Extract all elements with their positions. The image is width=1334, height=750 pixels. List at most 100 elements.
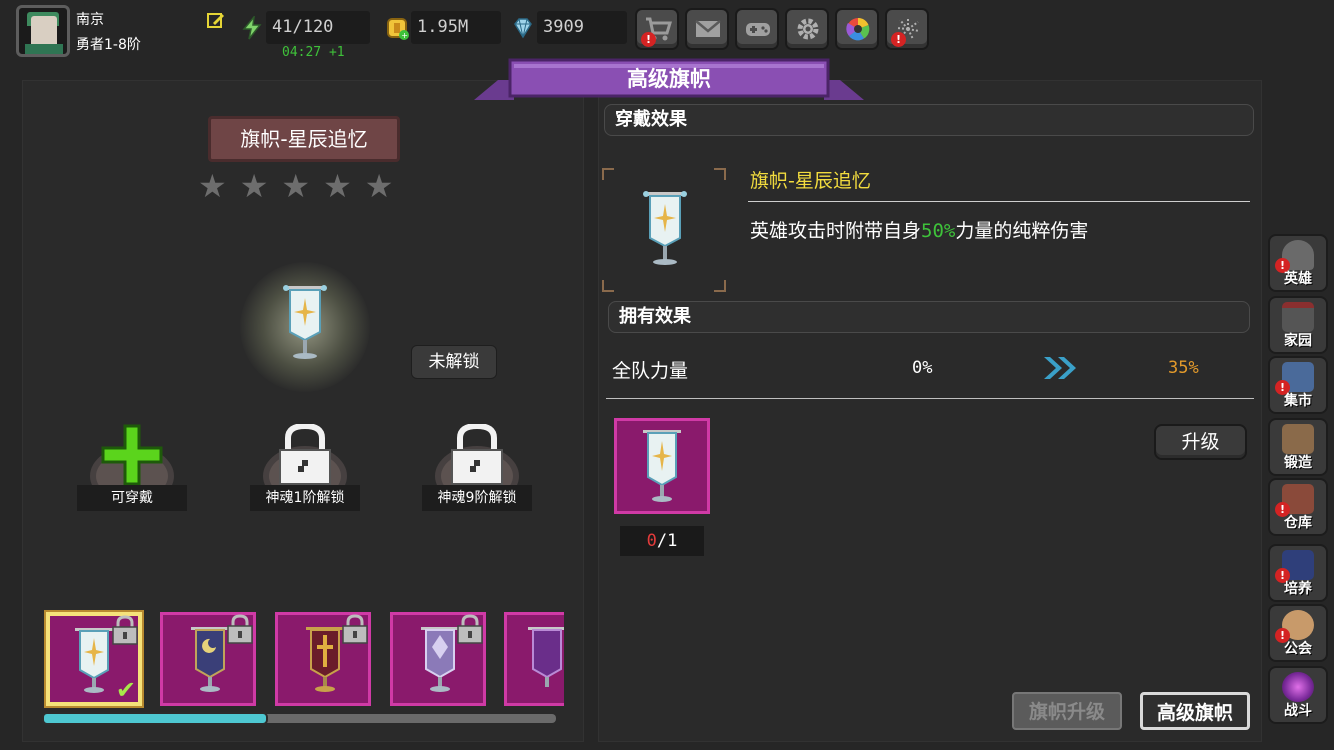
slot-label: 神魂9阶解锁 bbox=[422, 485, 532, 511]
banner-icon bbox=[643, 430, 681, 502]
effect-desc-prefix: 英雄攻击时附带自身 bbox=[750, 220, 922, 242]
events-alert-badge: ! bbox=[891, 32, 906, 47]
stamina-value: 41/120 bbox=[266, 11, 370, 44]
material-count: 0/1 bbox=[620, 526, 704, 556]
nav-label: 仓库 bbox=[1284, 515, 1312, 531]
wear-effect-header: 穿戴效果 bbox=[604, 104, 1254, 136]
material-have: 0 bbox=[646, 531, 657, 551]
item-portrait-frame bbox=[602, 168, 726, 292]
item-name: 旗帜-星辰追忆 bbox=[750, 170, 871, 192]
nav-market[interactable]: ! 集市 bbox=[1268, 356, 1328, 414]
star-icon: ★ bbox=[239, 167, 269, 205]
banner-icon bbox=[528, 627, 564, 687]
stat-name: 全队力量 bbox=[612, 360, 689, 382]
nav-guild[interactable]: ! 公会 bbox=[1268, 604, 1328, 662]
divider bbox=[606, 398, 1254, 399]
selected-check-icon: ✔ bbox=[115, 676, 136, 704]
wear-effect-heading: 穿戴效果 bbox=[615, 109, 687, 130]
edit-name-icon[interactable] bbox=[207, 11, 225, 29]
banner-preview-icon bbox=[283, 285, 327, 359]
star-rating: ★ ★ ★ ★ ★ bbox=[198, 170, 393, 202]
nav-warehouse[interactable]: ! 仓库 bbox=[1268, 478, 1328, 536]
own-effect-header: 拥有效果 bbox=[608, 301, 1250, 333]
wear-effect-description: 英雄攻击时附带自身50%力量的纯粹伤害 bbox=[750, 216, 1088, 243]
wear-slot-available[interactable]: 可穿戴 bbox=[77, 424, 187, 514]
lock-badge-icon bbox=[342, 614, 368, 644]
avatar-coat bbox=[25, 44, 63, 54]
banner-thumb-3[interactable] bbox=[275, 612, 371, 706]
gallery-button[interactable] bbox=[835, 8, 879, 50]
gamepad-icon bbox=[746, 23, 770, 36]
material-need: 1 bbox=[667, 531, 678, 551]
nav-home[interactable]: 家园 bbox=[1268, 296, 1328, 354]
gem-diamond-icon bbox=[514, 18, 532, 39]
banner-name-plate: 旗帜-星辰追忆 bbox=[208, 116, 400, 162]
frame-corner bbox=[714, 280, 726, 292]
settings-gear-icon bbox=[797, 18, 819, 40]
wear-slot-locked-1[interactable]: 神魂1阶解锁 bbox=[250, 424, 360, 514]
nav-label: 培养 bbox=[1284, 581, 1312, 597]
stat-next-value: 35% bbox=[1168, 358, 1199, 378]
banner-thumb-5[interactable] bbox=[504, 612, 564, 706]
hammer-icon bbox=[1282, 424, 1314, 454]
own-effect-heading: 拥有效果 bbox=[619, 306, 691, 327]
effect-desc-percent: 50% bbox=[921, 220, 956, 242]
stamina-lightning-icon bbox=[242, 16, 262, 40]
gold-value: 1.95M bbox=[411, 11, 501, 44]
nav-label: 锻造 bbox=[1284, 455, 1312, 471]
material-sep: / bbox=[656, 531, 668, 551]
gold-coin-icon: + bbox=[387, 18, 409, 40]
shop-button[interactable]: ! bbox=[635, 8, 679, 50]
lock-badge-icon bbox=[112, 615, 138, 645]
castle-icon bbox=[1282, 302, 1314, 332]
mail-button[interactable] bbox=[685, 8, 729, 50]
frame-corner bbox=[714, 168, 726, 180]
page-title: 高级旗帜 bbox=[627, 67, 711, 91]
nav-train[interactable]: ! 培养 bbox=[1268, 544, 1328, 602]
banner-icon bbox=[306, 627, 344, 692]
divider bbox=[748, 201, 1250, 202]
tab-banner-upgrade[interactable]: 旗帜升级 bbox=[1012, 692, 1122, 730]
mail-envelope-icon bbox=[695, 20, 721, 37]
gem-value: 3909 bbox=[537, 11, 627, 44]
banner-icon bbox=[191, 627, 229, 692]
nav-battle[interactable]: 战斗 bbox=[1268, 666, 1328, 724]
padlock-icon bbox=[451, 424, 503, 485]
nav-label: 集市 bbox=[1284, 393, 1312, 409]
player-rank: 勇者1-8阶 bbox=[76, 37, 141, 53]
star-icon: ★ bbox=[198, 167, 227, 205]
stat-current-value: 0% bbox=[912, 358, 933, 378]
stamina-timer: 04:27 +1 bbox=[282, 45, 345, 60]
nav-forge[interactable]: 锻造 bbox=[1268, 418, 1328, 476]
banner-icon bbox=[75, 628, 113, 693]
banner-thumb-1[interactable]: ✔ bbox=[46, 612, 142, 706]
nav-label: 英雄 bbox=[1284, 271, 1312, 287]
player-avatar[interactable] bbox=[16, 5, 70, 57]
lock-badge-icon bbox=[227, 614, 253, 644]
wear-slot-locked-9[interactable]: 神魂9阶解锁 bbox=[422, 424, 532, 514]
svg-text:+: + bbox=[401, 31, 408, 40]
banner-icon bbox=[643, 191, 687, 265]
nav-label: 战斗 bbox=[1284, 703, 1312, 719]
frame-corner bbox=[602, 168, 614, 180]
player-name: 南京 bbox=[76, 12, 104, 28]
banner-thumb-4[interactable] bbox=[390, 612, 486, 706]
double-arrow-icon bbox=[1044, 357, 1076, 379]
banner-name: 旗帜-星辰追忆 bbox=[240, 127, 368, 151]
upgrade-button[interactable]: 升级 bbox=[1154, 424, 1247, 460]
nav-label: 公会 bbox=[1284, 641, 1312, 657]
games-button[interactable] bbox=[735, 8, 779, 50]
effect-desc-suffix: 力量的纯粹伤害 bbox=[955, 220, 1089, 242]
settings-button[interactable] bbox=[785, 8, 829, 50]
banner-icon bbox=[421, 627, 459, 692]
banner-thumb-2[interactable] bbox=[160, 612, 256, 706]
unlock-status-label: 未解锁 bbox=[411, 345, 497, 379]
carousel-scroll-thumb[interactable] bbox=[42, 712, 268, 725]
plus-icon bbox=[101, 424, 163, 486]
tab-advanced-banner[interactable]: 高级旗帜 bbox=[1140, 692, 1250, 730]
upgrade-material-item[interactable] bbox=[614, 418, 710, 514]
star-icon: ★ bbox=[323, 167, 352, 205]
nav-hero[interactable]: ! 英雄 bbox=[1268, 234, 1328, 292]
shop-alert-badge: ! bbox=[641, 32, 656, 47]
events-button[interactable]: ! bbox=[885, 8, 929, 50]
